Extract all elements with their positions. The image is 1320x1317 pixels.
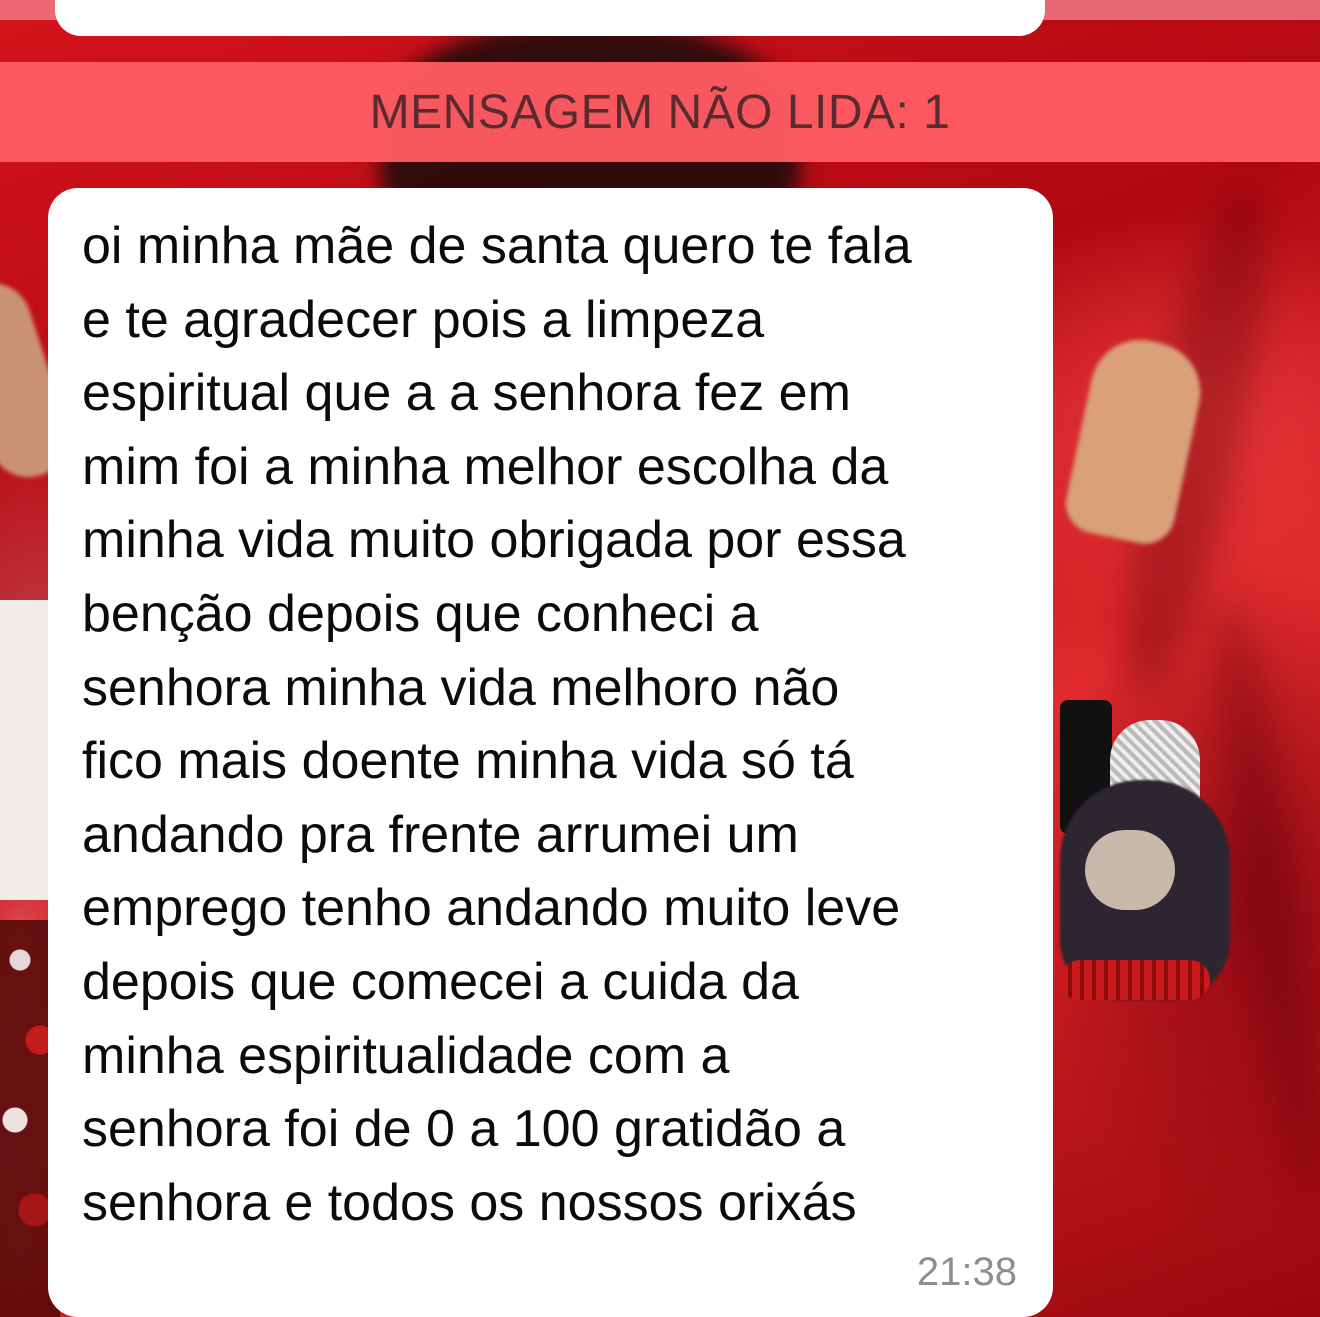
message-text: oi minha mãe de santa quero te fala e te… (82, 217, 912, 1232)
wallpaper-doll-beads (1060, 960, 1210, 1000)
wallpaper-doll-face (1085, 830, 1175, 910)
incoming-message-bubble[interactable]: oi minha mãe de santa quero te fala e te… (48, 188, 1053, 1317)
previous-message-bubble[interactable] (55, 0, 1045, 36)
unread-messages-divider: MENSAGEM NÃO LIDA: 1 (0, 62, 1320, 162)
wallpaper-garment (0, 600, 50, 900)
message-timestamp: 21:38 (916, 1250, 1017, 1294)
unread-count-label: MENSAGEM NÃO LIDA: 1 (369, 85, 951, 139)
